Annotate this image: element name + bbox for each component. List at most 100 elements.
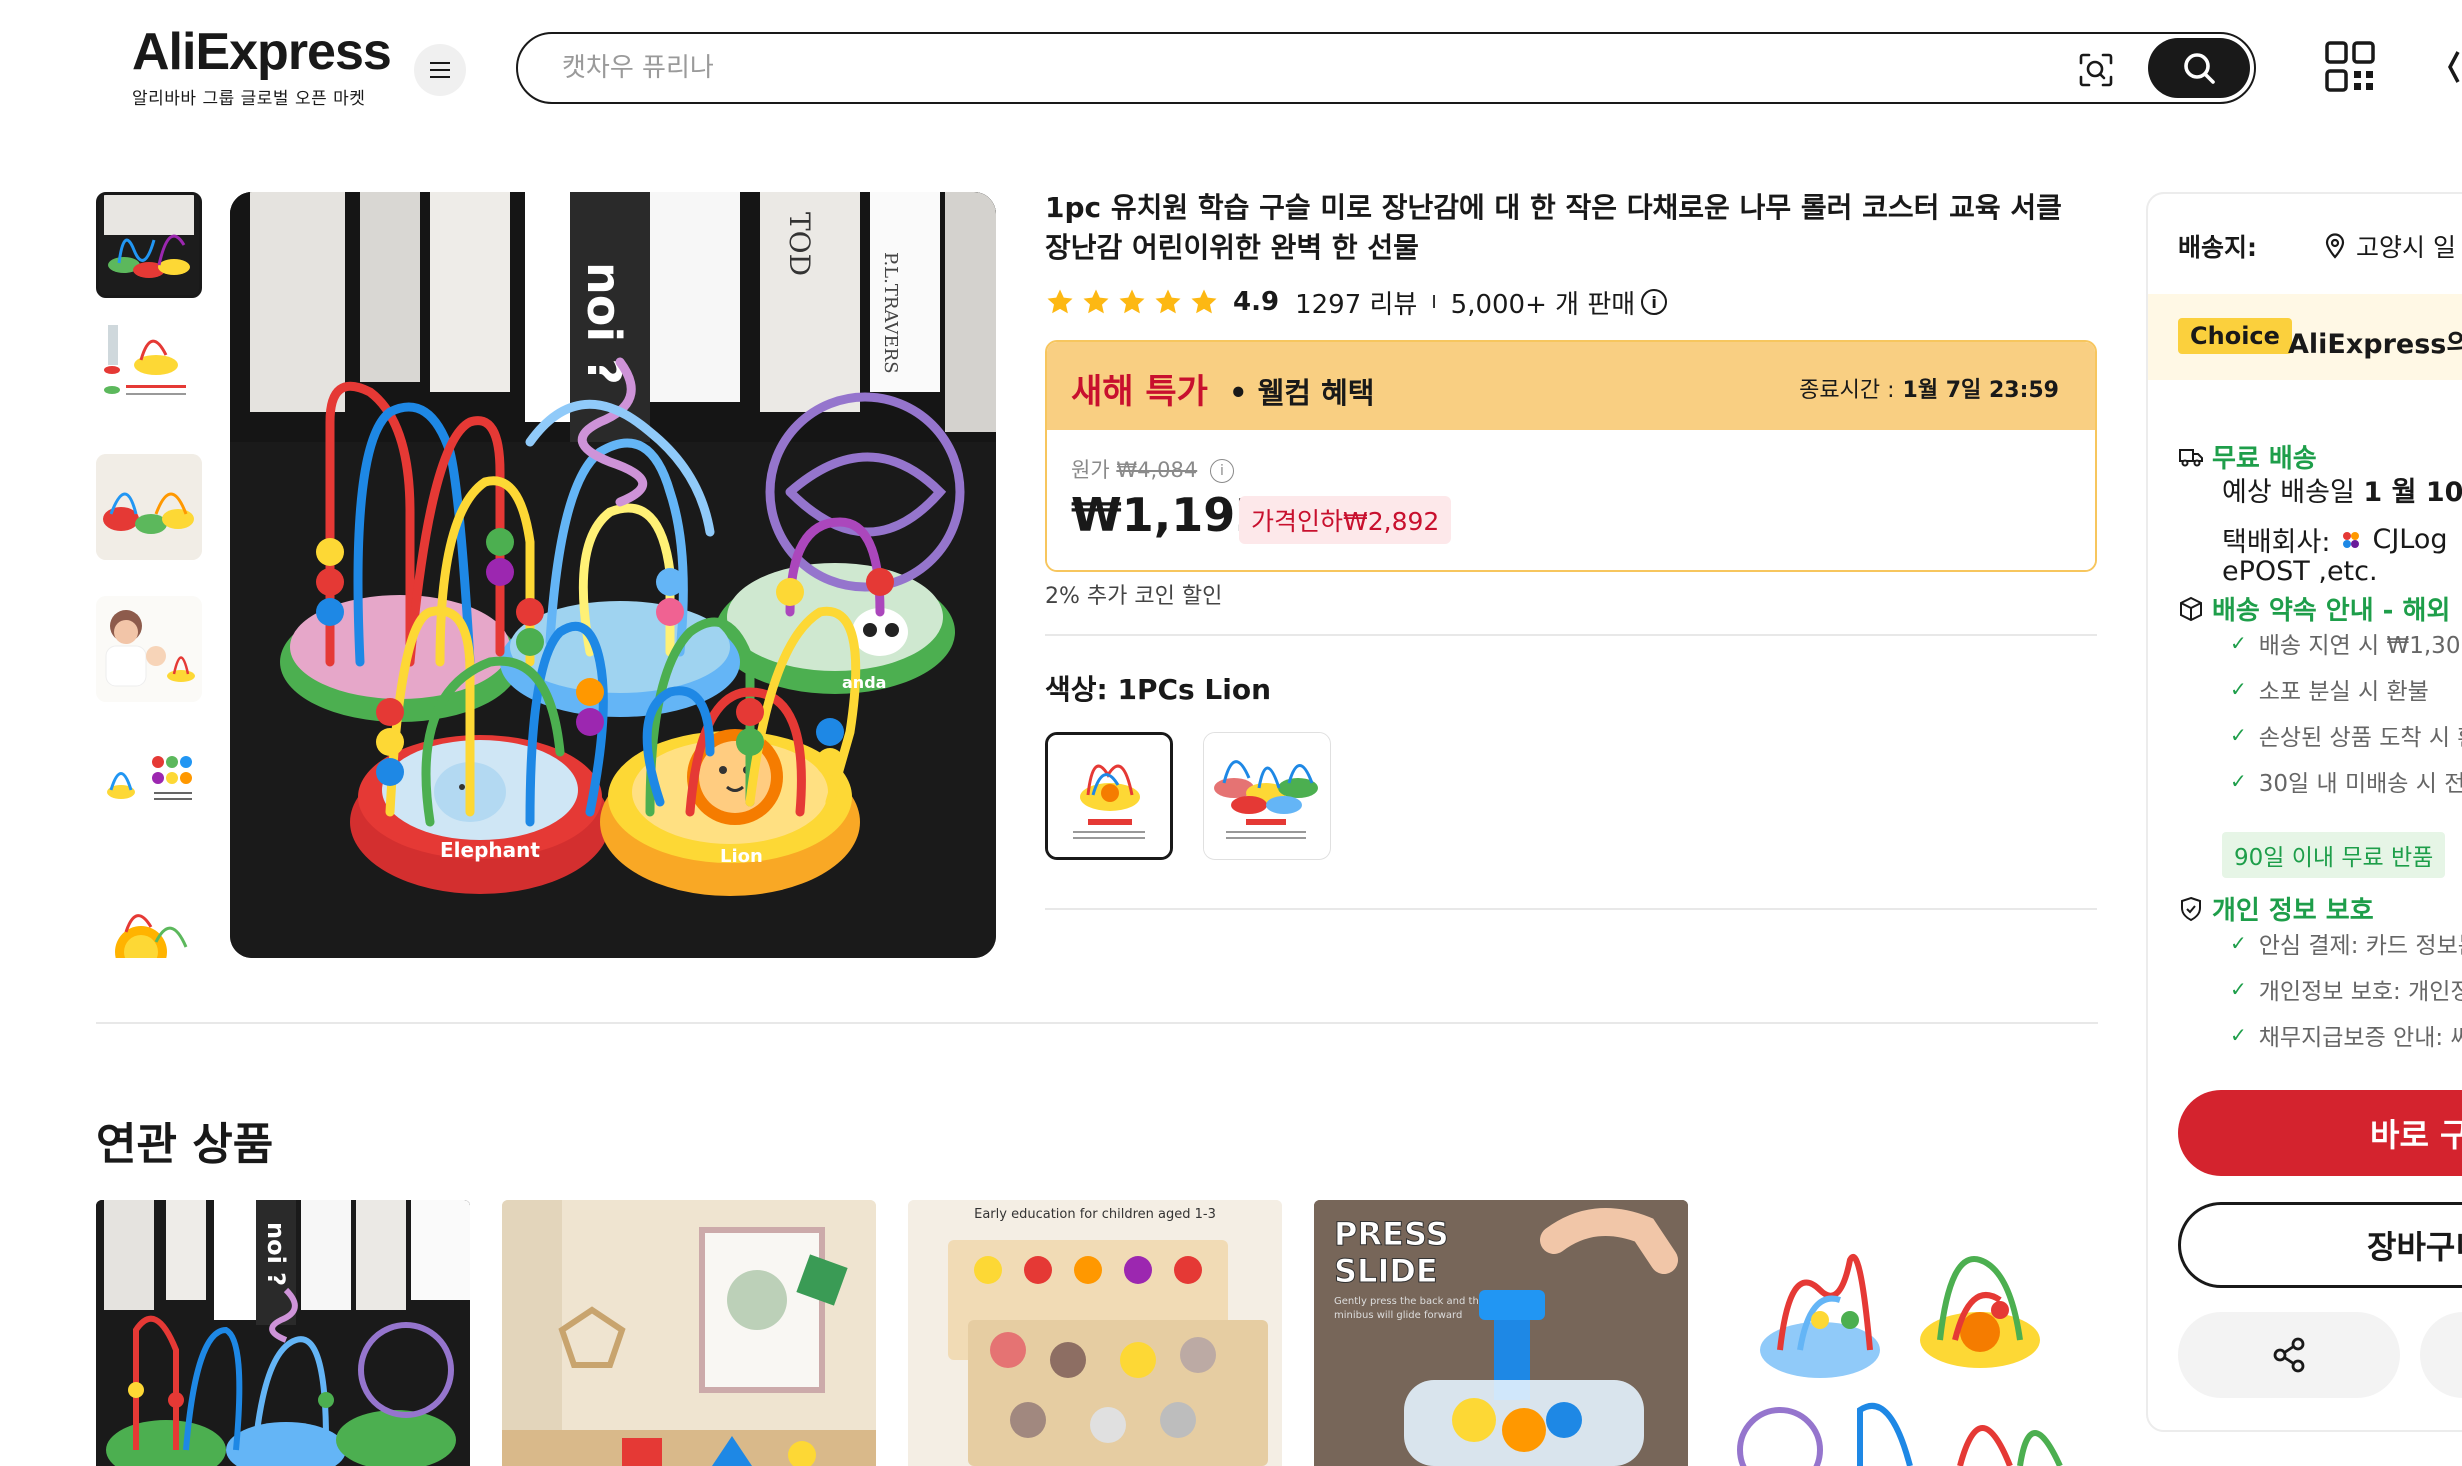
card-caption: SLIDE [1334,1252,1438,1290]
card-caption: Gently press the back and the [1334,1296,1485,1307]
deal-end-label: 종료시간 : [1799,378,1895,403]
check-icon: ✓ [2230,977,2247,1001]
cj-logistics-logo-icon [2343,531,2360,548]
location-pin-icon [2325,233,2345,259]
delivery-promise-row[interactable]: 배송 약속 안내 - 해외 ! [2178,590,2462,627]
card-caption: minibus will glide forward [1334,1310,1462,1321]
related-product-4[interactable]: PRESS SLIDE Gently press the back and th… [1314,1200,1688,1466]
sold-count: 5,000+ 개 판매 [1450,289,1636,320]
info-icon[interactable]: i [1641,289,1668,315]
card-caption: Early education for children aged 1-3 [974,1207,1216,1222]
svg-text:P.L.TRAVERS: P.L.TRAVERS [880,252,901,374]
add-to-cart-button[interactable]: 장바구니 [2178,1202,2462,1288]
purchase-panel: 배송지: 고양시 일 Choice AliExpress의 ? 무료 배송 예상… [2146,192,2462,1432]
wishlist-button[interactable] [2420,1312,2462,1398]
coin-discount: 2% 추가 코인 할인 [1045,584,1223,609]
carrier-row: 택배회사: CJLog [2222,520,2448,559]
related-product-1[interactable]: noi ? [96,1200,470,1466]
related-product-2[interactable] [502,1200,876,1466]
related-products-title: 연관 상품 [96,1119,274,1170]
promise-item: ✓ 30일 내 미배송 시 전액 [2230,764,2462,798]
price-info-icon[interactable]: i [1209,459,1234,483]
thumbnail-image [96,872,202,958]
privacy-item: ✓ 채무지급보증 안내: 씨 [2230,1018,2462,1052]
color-swatch-lion[interactable] [1045,732,1173,860]
search-button[interactable] [2148,38,2250,98]
image-search-icon[interactable] [2078,52,2114,88]
discount-badge: 가격인하₩2,892 [1239,496,1452,544]
divider [1045,634,2097,636]
deal-end-time: 종료시간 : 1월 7일 23:59 [1799,372,2059,404]
thumbnail-4[interactable] [96,596,202,702]
check-icon: ✓ [2230,631,2247,655]
deal-end-value: 1월 7일 23:59 [1902,378,2059,403]
bead-maze-product-photo: noi ? TOD P.L.TRAVERS Elephant Lion anda [230,192,996,958]
related-product-3[interactable]: Early education for children aged 1-3 [908,1200,1282,1466]
truck-icon [2179,448,2203,466]
header: AliExpress 알리바바 그룹 글로벌 오픈 마켓 [0,0,2462,140]
related-product-image: Early education for children aged 1-3 [908,1200,1282,1466]
thumbnail-3[interactable] [96,454,202,560]
review-count[interactable]: 1297 리뷰 [1295,284,1417,321]
delivery-date: 1 월 10 [2363,477,2462,508]
logo-wordmark: AliExpress [132,23,392,81]
qr-code-icon[interactable] [2324,40,2376,94]
ship-to-value: 고양시 일 [2356,233,2456,262]
search-bar [516,32,2256,104]
privacy-text: 안심 결제: 카드 정보는 [2258,933,2462,959]
menu-button[interactable] [414,44,466,96]
separator: I [1431,291,1437,313]
product-main-image[interactable]: noi ? TOD P.L.TRAVERS Elephant Lion anda [230,192,996,958]
star-icon [1047,289,1073,314]
privacy-title: 개인 정보 보호 [2212,896,2374,926]
thumbnail-5[interactable] [96,732,202,838]
share-icon [2273,1337,2305,1373]
star-icon [1083,289,1109,314]
thumbnail-image [96,732,202,838]
star-rating[interactable] [1045,287,1219,317]
cart-icon[interactable] [2444,46,2462,88]
carrier-label: 택배회사: [2222,527,2331,558]
promise-text: 손상된 상품 도착 시 환 [2258,725,2462,751]
choice-banner: Choice AliExpress의 ? [2148,294,2462,380]
original-price: 원가 ₩4,084 i [1071,454,1234,484]
share-button[interactable] [2178,1312,2400,1398]
thumbnail-6[interactable] [96,872,202,958]
card-caption: PRESS [1334,1215,1449,1253]
product-title: 1pc 유치원 학습 구슬 미로 장난감에 대 한 작은 다채로운 나무 롤러 … [1045,191,2062,264]
original-price-label: 원가 [1071,458,1110,482]
color-swatch-random[interactable] [1203,732,1331,860]
aliexpress-logo[interactable]: AliExpress 알리바바 그룹 글로벌 오픈 마켓 [132,22,392,109]
star-icon [1191,289,1217,314]
related-product-5[interactable] [1720,1200,2094,1466]
swatch-image [1048,735,1170,857]
rating-row: 4.9 1297 리뷰 I 5,000+ 개 판매 i [1045,284,1668,321]
promise-text: 소포 분실 시 환불 [2258,679,2429,705]
privacy-row[interactable]: 개인 정보 보호 [2178,890,2374,927]
promise-text: 30일 내 미배송 시 전액 [2258,771,2462,797]
panda-label: anda [842,673,886,692]
thumbnail-1[interactable] [96,192,202,298]
related-product-image: noi ? [96,1200,470,1466]
privacy-text: 개인정보 보호: 개인정 [2258,979,2462,1005]
promise-item: ✓ 배송 지연 시 ₩1,300 [2230,626,2462,660]
thumbnail-image [96,310,202,416]
delivery-promise-title: 배송 약속 안내 - 해외 ! [2212,596,2462,626]
hamburger-icon [430,69,450,71]
check-icon: ✓ [2230,1023,2247,1047]
promise-item: ✓ 소포 분실 시 환불 [2230,672,2429,706]
delivery-label: 예상 배송일 [2222,477,2355,508]
search-input[interactable] [562,50,1962,86]
logo-tagline: 알리바바 그룹 글로벌 오픈 마켓 [132,89,366,109]
buy-now-button[interactable]: 바로 구 [2178,1090,2462,1176]
deal-subtitle: • 웰컴 혜택 [1229,376,1375,410]
ship-to-location[interactable]: 고양시 일 [2324,228,2456,264]
delivery-estimate: 예상 배송일 1 월 10 [2222,470,2462,509]
thumbnail-2[interactable] [96,310,202,416]
thumbnail-image [96,596,202,702]
deal-body: 원가 ₩4,084 i ₩1,192 가격인하₩2,892 [1047,430,2095,570]
shield-icon [2181,896,2201,921]
privacy-item: ✓ 개인정보 보호: 개인정 [2230,972,2462,1006]
thumbnail-list [96,192,206,958]
svg-text:TOD: TOD [783,212,816,276]
